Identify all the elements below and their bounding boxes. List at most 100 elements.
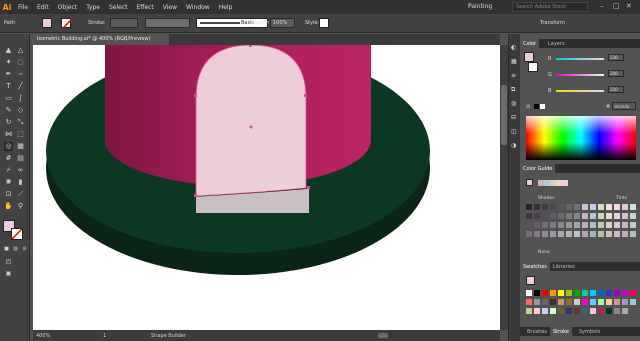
base-color-swatch[interactable] — [526, 179, 533, 186]
swatch[interactable] — [598, 290, 604, 296]
swatch[interactable] — [574, 299, 580, 305]
swatch[interactable] — [542, 299, 548, 305]
swatch[interactable] — [558, 308, 564, 314]
artboard-number[interactable]: 1 — [103, 333, 106, 339]
swatch[interactable] — [534, 299, 540, 305]
free-transform-tool-icon[interactable]: ⬚ — [16, 130, 25, 139]
guide-swatch[interactable] — [630, 231, 636, 237]
anchor-point[interactable] — [194, 94, 197, 97]
swatch[interactable] — [614, 290, 620, 296]
artboard-canvas[interactable] — [33, 45, 500, 330]
guide-swatch[interactable] — [598, 204, 604, 210]
swatch[interactable] — [606, 299, 612, 305]
none-mode-icon[interactable]: ⊘ — [20, 245, 29, 254]
anchor-point[interactable] — [249, 45, 252, 47]
close-icon[interactable]: ✕ — [626, 2, 632, 10]
symbol-sprayer-tool-icon[interactable]: ✺ — [4, 178, 13, 187]
guide-swatch[interactable] — [606, 222, 612, 228]
fill-swatch[interactable] — [42, 18, 52, 28]
line-tool-icon[interactable]: ╱ — [16, 82, 25, 91]
b-value[interactable]: 220 — [608, 86, 624, 93]
none-swatch-icon[interactable]: ⊘ — [526, 104, 530, 110]
lasso-tool-icon[interactable]: ◌ — [16, 58, 25, 67]
guide-swatch[interactable] — [590, 231, 596, 237]
swatch[interactable] — [526, 299, 532, 305]
swatch[interactable] — [590, 290, 596, 296]
guide-swatch[interactable] — [606, 213, 612, 219]
mesh-tool-icon[interactable]: # — [4, 154, 13, 163]
guide-swatch[interactable] — [614, 213, 620, 219]
swatch[interactable] — [598, 308, 604, 314]
swatch[interactable] — [590, 299, 596, 305]
color-spectrum[interactable] — [526, 116, 636, 160]
guide-swatch[interactable] — [582, 213, 588, 219]
guide-swatch[interactable] — [590, 204, 596, 210]
swatch-grid[interactable] — [526, 290, 638, 320]
pathfinder-panel-icon[interactable]: ◫ — [511, 128, 517, 135]
guide-swatch[interactable] — [574, 204, 580, 210]
guide-swatch[interactable] — [534, 231, 540, 237]
guide-swatch[interactable] — [606, 231, 612, 237]
stroke-swatch[interactable] — [61, 18, 73, 30]
color-stroke-box[interactable] — [528, 62, 538, 72]
zoom-tool-icon[interactable]: ⚲ — [16, 202, 25, 211]
guide-swatch[interactable] — [574, 213, 580, 219]
guide-swatch[interactable] — [614, 231, 620, 237]
tab-layers[interactable]: Layers — [545, 39, 568, 48]
swatch[interactable] — [526, 308, 532, 314]
menu-effect[interactable]: Effect — [137, 4, 154, 11]
harmony-rule[interactable]: None — [538, 250, 550, 255]
color-fill-box[interactable] — [524, 52, 534, 62]
layers-panel-icon[interactable]: ⧉ — [511, 86, 515, 94]
properties-panel-icon[interactable]: ≡ — [511, 72, 516, 79]
swatch[interactable] — [542, 308, 548, 314]
perspective-grid-tool-icon[interactable]: ▦ — [16, 142, 25, 151]
horizontal-scroll-thumb[interactable] — [378, 333, 388, 338]
appearance-panel-icon[interactable]: ◍ — [511, 100, 516, 107]
tab-symbols[interactable]: Symbols — [576, 327, 603, 336]
anchor-point[interactable] — [307, 186, 310, 189]
swatch[interactable] — [574, 308, 580, 314]
swatch[interactable] — [590, 308, 596, 314]
guide-swatch[interactable] — [558, 213, 564, 219]
scroll-thumb[interactable] — [501, 85, 507, 145]
color-guide-grid[interactable] — [526, 204, 636, 240]
hand-tool-icon[interactable]: ✋ — [4, 202, 13, 211]
swatch[interactable] — [534, 308, 540, 314]
screen-mode-icon[interactable]: ▣ — [4, 269, 13, 278]
tab-color-guide[interactable]: Color Guide — [520, 164, 556, 173]
guide-swatch[interactable] — [582, 222, 588, 228]
guide-swatch[interactable] — [590, 222, 596, 228]
align-panel-icon[interactable]: ⊟ — [511, 114, 516, 121]
swatch[interactable] — [606, 290, 612, 296]
swatch[interactable] — [622, 308, 628, 314]
selection-tool-icon[interactable]: ▲ — [4, 46, 13, 55]
g-value[interactable]: 206 — [608, 70, 624, 77]
guide-swatch[interactable] — [542, 213, 548, 219]
variable-width-profile[interactable] — [145, 18, 190, 28]
swatch[interactable] — [582, 299, 588, 305]
transparency-panel-icon[interactable]: ◑ — [511, 142, 516, 149]
guide-swatch[interactable] — [630, 204, 636, 210]
swatch[interactable] — [622, 290, 628, 296]
swatch[interactable] — [630, 308, 636, 314]
guide-swatch[interactable] — [598, 222, 604, 228]
guide-swatch[interactable] — [550, 231, 556, 237]
shape-builder-tool-icon[interactable]: ◎ — [4, 142, 13, 151]
guide-swatch[interactable] — [622, 231, 628, 237]
guide-swatch[interactable] — [534, 222, 540, 228]
swatch[interactable] — [574, 290, 580, 296]
black-swatch[interactable] — [534, 104, 539, 109]
paintbrush-tool-icon[interactable]: ∫ — [16, 94, 25, 103]
menu-help[interactable]: Help — [219, 4, 233, 11]
guide-swatch[interactable] — [582, 204, 588, 210]
guide-swatch[interactable] — [598, 231, 604, 237]
tab-swatches[interactable]: Swatches — [520, 262, 550, 271]
workspace-switcher[interactable]: Painting — [468, 3, 492, 10]
pen-tool-icon[interactable]: ✒ — [4, 70, 13, 79]
menu-file[interactable]: File — [18, 4, 28, 11]
guide-swatch[interactable] — [566, 231, 572, 237]
menu-type[interactable]: Type — [86, 4, 100, 11]
guide-swatch[interactable] — [566, 213, 572, 219]
guide-swatch[interactable] — [622, 213, 628, 219]
